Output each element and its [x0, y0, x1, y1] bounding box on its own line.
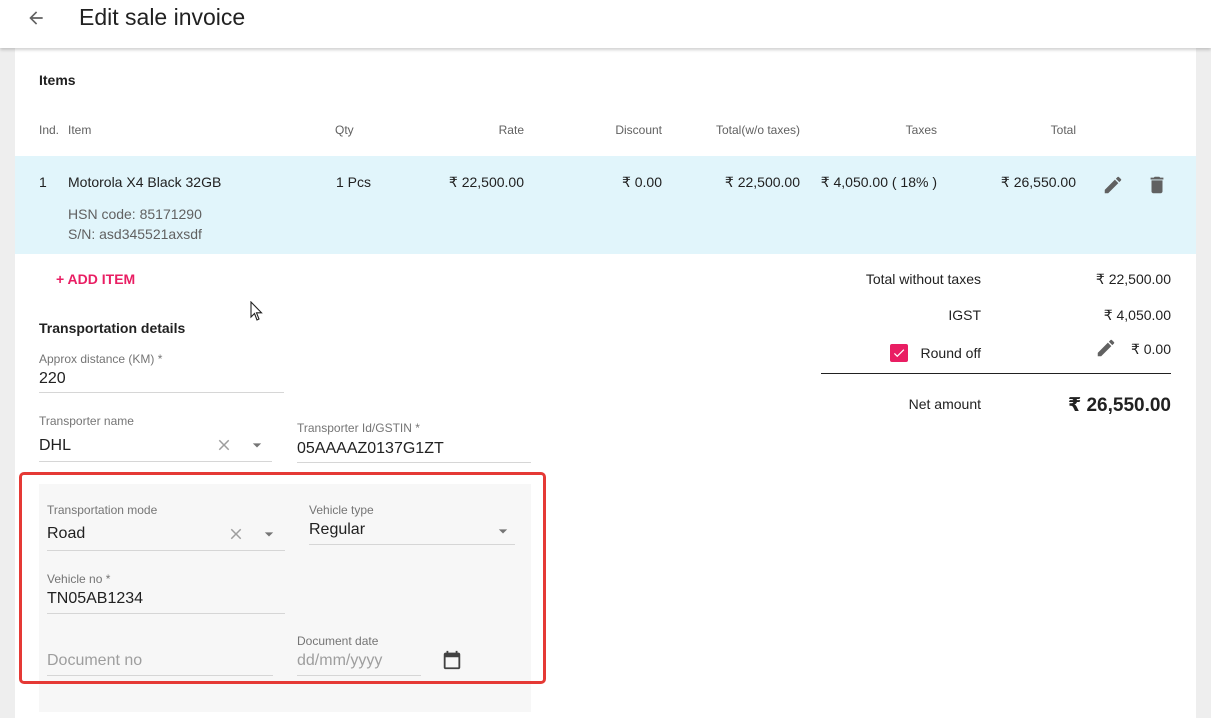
row-serial-number: S/N: asd345521axsdf	[68, 226, 202, 242]
net-amount-value: ₹ 26,550.00	[1067, 395, 1171, 416]
transporter-id-label: Transporter Id/GSTIN *	[297, 421, 420, 435]
transporter-dropdown-button[interactable]	[247, 435, 267, 455]
checkmark-icon	[893, 349, 905, 358]
row-discount: ₹ 0.00	[621, 174, 662, 190]
column-header-index: Ind.	[39, 123, 60, 137]
distance-underline	[39, 392, 284, 393]
net-amount-label: Net amount	[908, 396, 981, 412]
pencil-icon	[1097, 339, 1115, 357]
items-section-title: Items	[39, 72, 76, 88]
round-off-label: Round off	[920, 345, 981, 361]
igst-label: IGST	[948, 307, 981, 323]
pencil-icon	[1104, 176, 1122, 194]
row-rate: ₹ 22,500.00	[448, 174, 524, 190]
total-without-taxes-label: Total without taxes	[865, 271, 981, 287]
round-off-checkbox[interactable]	[890, 344, 908, 362]
row-index: 1	[39, 174, 47, 190]
row-taxes: ₹ 4,050.00 ( 18% )	[820, 174, 937, 190]
transportation-section-title: Transportation details	[39, 320, 186, 336]
transporter-id-underline	[297, 462, 531, 463]
delete-item-button[interactable]	[1145, 173, 1169, 197]
row-total-wo-taxes: ₹ 22,500.00	[724, 174, 800, 190]
add-item-button[interactable]: + ADD ITEM	[56, 271, 135, 287]
transporter-name-label: Transporter name	[39, 414, 134, 428]
distance-input[interactable]: 220	[39, 370, 66, 388]
column-header-total-wo-taxes: Total(w/o taxes)	[715, 123, 800, 137]
round-off-value: ₹ 0.00	[1130, 341, 1171, 357]
clear-transporter-button[interactable]	[214, 435, 234, 455]
row-qty: 1 Pcs	[336, 174, 372, 190]
edit-item-button[interactable]	[1101, 173, 1125, 197]
column-header-item: Item	[68, 123, 92, 137]
column-header-qty: Qty	[335, 123, 354, 137]
transporter-id-input[interactable]: 05AAAAZ0137G1ZT	[297, 440, 444, 458]
total-without-taxes-value: ₹ 22,500.00	[1095, 271, 1171, 287]
arrow-back-icon	[29, 11, 43, 25]
back-button[interactable]	[22, 4, 50, 32]
column-header-rate: Rate	[498, 123, 524, 137]
row-item-name: Motorola X4 Black 32GB	[68, 174, 222, 190]
page-title: Edit sale invoice	[79, 4, 246, 30]
close-icon	[218, 439, 230, 451]
distance-label: Approx distance (KM) *	[39, 352, 163, 366]
column-header-discount: Discount	[615, 123, 662, 137]
row-total: ₹ 26,550.00	[1000, 174, 1076, 190]
column-header-taxes: Taxes	[905, 123, 937, 137]
igst-value: ₹ 4,050.00	[1103, 307, 1171, 323]
transporter-name-underline	[39, 461, 272, 462]
transporter-name-select[interactable]: DHL	[39, 437, 71, 455]
app-bar: Edit sale invoice	[0, 0, 1211, 48]
mouse-cursor-icon	[250, 301, 263, 321]
dropdown-arrow-icon	[252, 443, 262, 448]
trash-icon	[1150, 176, 1164, 194]
annotation-highlight-box	[19, 472, 546, 684]
edit-round-off-button[interactable]	[1094, 336, 1118, 360]
row-hsn-code: HSN code: 85171290	[68, 206, 202, 222]
column-header-total: Total	[1050, 123, 1076, 137]
summary-divider	[821, 373, 1171, 374]
